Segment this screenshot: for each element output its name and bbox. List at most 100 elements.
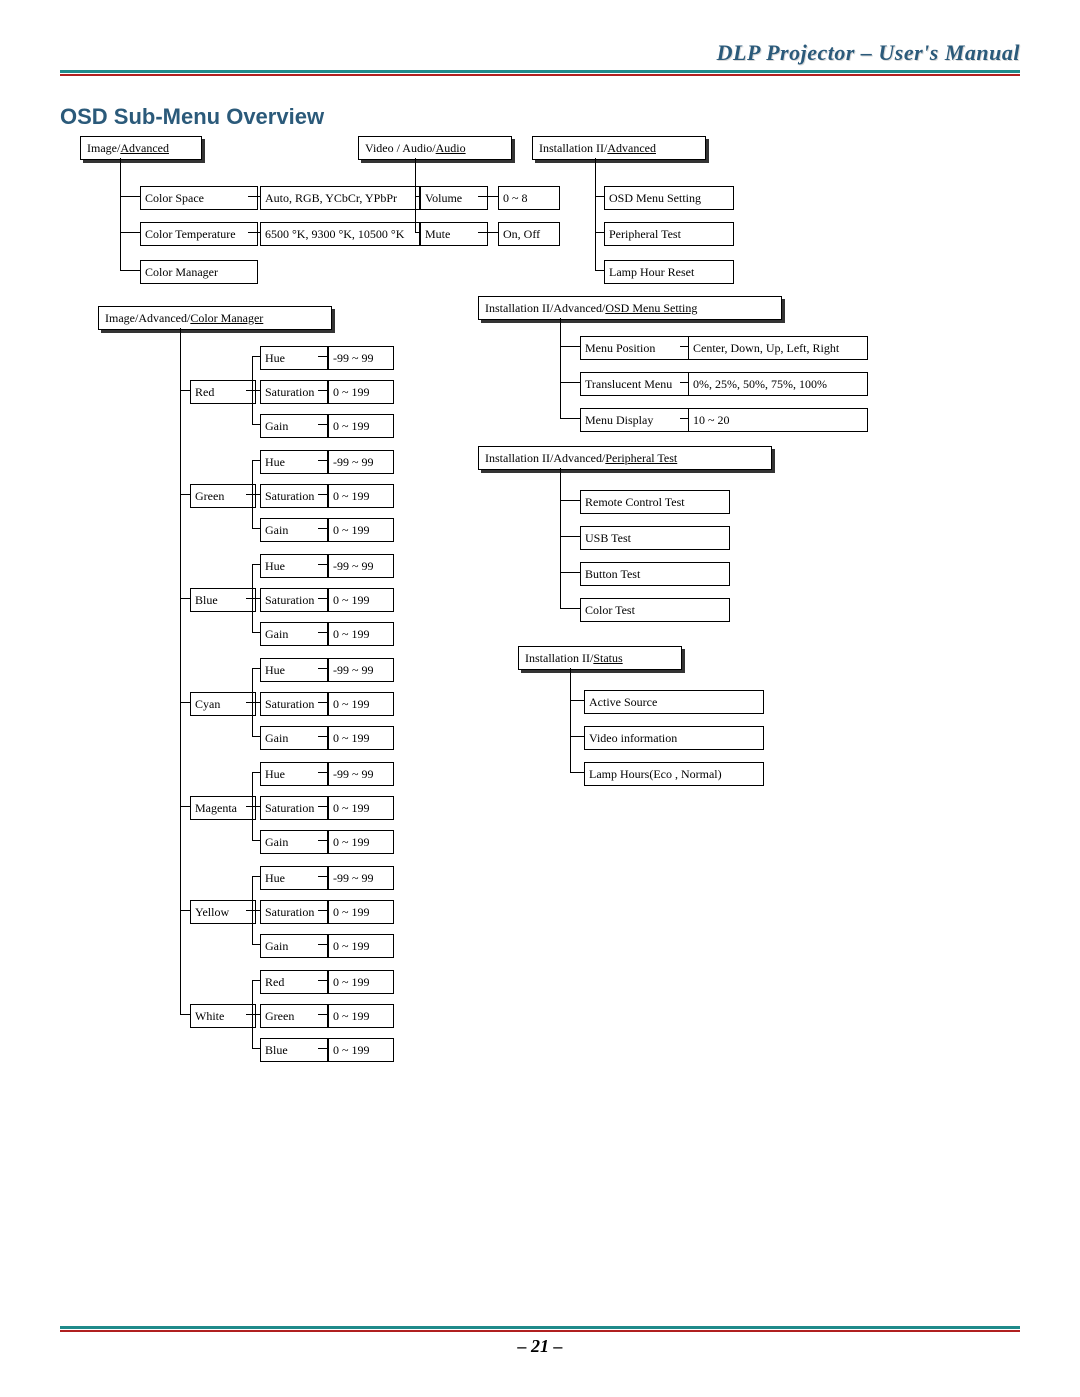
cm-red-gain: Gain: [260, 414, 328, 438]
connector-h: [252, 528, 260, 529]
connector-h: [318, 356, 328, 357]
connector-h: [252, 598, 260, 599]
connector-h: [252, 1014, 260, 1015]
connector-h: [318, 702, 328, 703]
connector-v: [415, 158, 416, 176]
cm-blue-sat-range: 0 ~ 199: [328, 588, 394, 612]
bc-install-advanced: Installation II / Advanced: [532, 136, 706, 160]
section-title: OSD Sub-Menu Overview: [60, 104, 1020, 130]
connector-h: [252, 980, 260, 981]
cm-green-gain-range: 0 ~ 199: [328, 518, 394, 542]
cm-cyan-hue: Hue: [260, 658, 328, 682]
cm-blue-sat: Saturation: [260, 588, 328, 612]
osd-translucent-values: 0%, 25%, 50%, 75%, 100%: [688, 372, 868, 396]
cm-white-green-range: 0 ~ 199: [328, 1004, 394, 1028]
connector-h: [180, 598, 190, 599]
connector-h: [318, 390, 328, 391]
va-mute: Mute: [420, 222, 488, 246]
cm-yellow-sat: Saturation: [260, 900, 328, 924]
connector-h: [570, 700, 584, 701]
cm-cyan-gain-range: 0 ~ 199: [328, 726, 394, 750]
bc-peripheral: Installation II / Advanced / Peripheral …: [478, 446, 772, 470]
connector-h: [180, 806, 190, 807]
connector-h: [595, 232, 604, 233]
connector-h: [180, 390, 190, 391]
connector-h: [252, 806, 260, 807]
connector-h: [680, 418, 688, 419]
cm-yellow-gain-range: 0 ~ 199: [328, 934, 394, 958]
connector-h: [180, 702, 190, 703]
ia-color_space: Color Space: [140, 186, 258, 210]
cm-white-blue: Blue: [260, 1038, 328, 1062]
connector-h: [252, 632, 260, 633]
rule-bottom-teal: [60, 1326, 1020, 1329]
connector-h: [560, 346, 580, 347]
header-title: DLP Projector – User's Manual: [60, 40, 1020, 66]
connector-h: [120, 270, 140, 271]
connector-h: [120, 196, 140, 197]
va-volume-values: 0 ~ 8: [498, 186, 560, 210]
connector-v: [180, 328, 181, 346]
rule-bottom-red: [60, 1330, 1020, 1332]
page-number: – 21 –: [60, 1336, 1020, 1357]
peri-color: Color Test: [580, 598, 730, 622]
connector-h: [318, 736, 328, 737]
cm-magenta-gain: Gain: [260, 830, 328, 854]
cm-yellow-sat-range: 0 ~ 199: [328, 900, 394, 924]
ia-color_temp: Color Temperature: [140, 222, 258, 246]
cm-green: Green: [190, 484, 256, 508]
connector-h: [560, 500, 580, 501]
peri-button: Button Test: [580, 562, 730, 586]
osd-translucent: Translucent Menu: [580, 372, 690, 396]
bc-color-manager: Image / Advanced / Color Manager: [98, 306, 332, 330]
inadv-peri: Peripheral Test: [604, 222, 734, 246]
connector-v: [180, 346, 181, 1014]
cm-cyan-sat-range: 0 ~ 199: [328, 692, 394, 716]
connector-h: [318, 772, 328, 773]
cm-white-red-range: 0 ~ 199: [328, 970, 394, 994]
connector-h: [318, 806, 328, 807]
osd-diagram: Image / AdvancedVideo / Audio / AudioIns…: [60, 136, 1000, 1176]
connector-v: [120, 176, 121, 270]
va-mute-values: On, Off: [498, 222, 560, 246]
cm-green-hue: Hue: [260, 450, 328, 474]
connector-h: [318, 876, 328, 877]
connector-h: [570, 772, 584, 773]
cm-magenta-sat: Saturation: [260, 796, 328, 820]
cm-white: White: [190, 1004, 256, 1028]
cm-magenta-hue-range: -99 ~ 99: [328, 762, 394, 786]
cm-yellow-gain: Gain: [260, 934, 328, 958]
status-active: Active Source: [584, 690, 764, 714]
connector-h: [252, 668, 260, 669]
connector-h: [560, 536, 580, 537]
cm-red-hue: Hue: [260, 346, 328, 370]
connector-h: [560, 418, 580, 419]
cm-green-hue-range: -99 ~ 99: [328, 450, 394, 474]
status-video: Video information: [584, 726, 764, 750]
connector-h: [248, 196, 260, 197]
cm-green-gain: Gain: [260, 518, 328, 542]
cm-cyan-gain: Gain: [260, 726, 328, 750]
connector-h: [318, 424, 328, 425]
connector-h: [252, 876, 260, 877]
connector-h: [478, 232, 498, 233]
connector-h: [252, 702, 260, 703]
cm-white-blue-range: 0 ~ 199: [328, 1038, 394, 1062]
cm-red-sat-range: 0 ~ 199: [328, 380, 394, 404]
ia-color_temp-values: 6500 °K, 9300 °K, 10500 °K: [260, 222, 420, 246]
connector-h: [318, 494, 328, 495]
connector-h: [252, 910, 260, 911]
connector-h: [560, 382, 580, 383]
connector-h: [252, 564, 260, 565]
connector-h: [252, 494, 260, 495]
cm-magenta-hue: Hue: [260, 762, 328, 786]
cm-white-red: Red: [260, 970, 328, 994]
cm-blue-gain-range: 0 ~ 199: [328, 622, 394, 646]
cm-green-sat: Saturation: [260, 484, 328, 508]
cm-green-sat-range: 0 ~ 199: [328, 484, 394, 508]
connector-h: [570, 736, 584, 737]
connector-h: [560, 572, 580, 573]
bc-video-audio: Video / Audio / Audio: [358, 136, 512, 160]
connector-h: [595, 196, 604, 197]
connector-v: [570, 686, 571, 772]
